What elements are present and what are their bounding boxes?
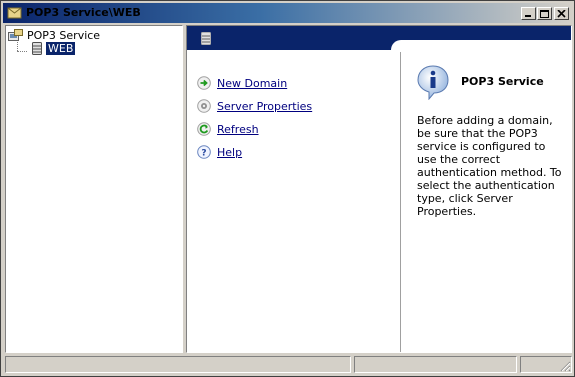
- info-icon: [417, 65, 449, 100]
- server-icon: [201, 32, 211, 45]
- server-properties-link[interactable]: Server Properties: [217, 100, 312, 113]
- status-pane-resize[interactable]: [520, 356, 572, 373]
- maximize-button[interactable]: [537, 7, 552, 20]
- tree-connector: [17, 51, 27, 52]
- tree-connector: [17, 42, 18, 51]
- refresh-icon: [197, 122, 211, 136]
- resize-grip-icon: [560, 361, 571, 372]
- properties-icon: [197, 99, 211, 113]
- status-pane-secondary: [354, 356, 517, 373]
- pop3-service-icon: [8, 29, 23, 41]
- mmc-window: POP3 Service\WEB POP3 Service WEB New Do…: [0, 0, 575, 377]
- close-button[interactable]: [554, 7, 569, 20]
- pop3-app-icon: [7, 7, 22, 19]
- taskpad-pane: New Domain Server Properties Refresh ? H…: [186, 25, 572, 353]
- status-bar: [5, 356, 572, 374]
- server-icon: [32, 42, 42, 55]
- maximize-icon: [540, 10, 549, 18]
- new-domain-link[interactable]: New Domain: [217, 77, 287, 90]
- minimize-button[interactable]: [521, 7, 536, 20]
- help-link[interactable]: Help: [217, 146, 242, 159]
- close-icon: [557, 10, 566, 18]
- info-panel: POP3 Service Before adding a domain, be …: [400, 52, 571, 352]
- info-description: Before adding a domain, be sure that the…: [417, 114, 562, 218]
- help-icon: ?: [197, 145, 211, 159]
- tree-child-label: WEB: [46, 42, 76, 55]
- title-bar[interactable]: POP3 Service\WEB: [3, 3, 572, 23]
- banner-tab-notch: [391, 40, 571, 52]
- minimize-icon: [525, 15, 531, 17]
- svg-text:?: ?: [201, 149, 206, 159]
- refresh-link[interactable]: Refresh: [217, 123, 259, 136]
- status-pane-main: [5, 356, 351, 373]
- info-title: POP3 Service: [461, 75, 544, 88]
- window-title: POP3 Service\WEB: [26, 6, 141, 19]
- green-arrow-icon: [197, 76, 211, 90]
- console-tree[interactable]: POP3 Service WEB: [5, 25, 183, 353]
